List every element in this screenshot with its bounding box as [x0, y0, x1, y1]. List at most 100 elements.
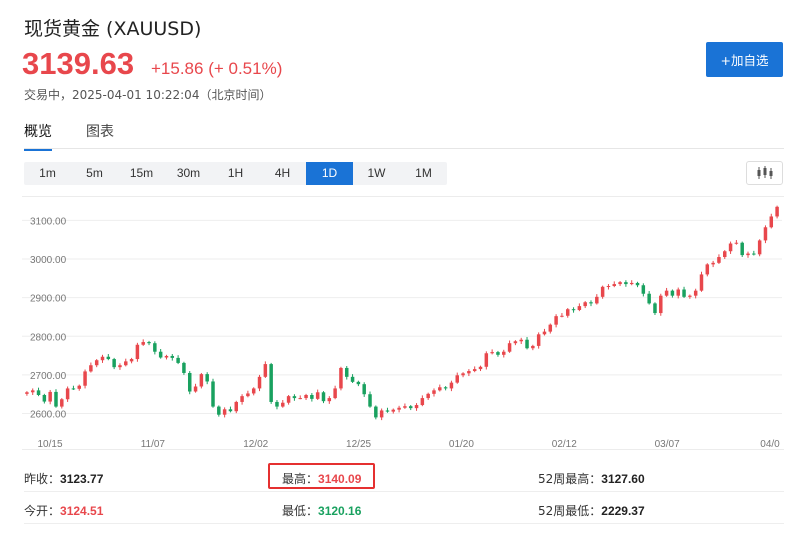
- candle-body: [531, 345, 535, 349]
- candle-body: [478, 366, 483, 370]
- candle-body: [507, 343, 512, 352]
- candle-body: [525, 339, 529, 349]
- candle-body: [269, 364, 273, 402]
- chart-type-button[interactable]: [746, 161, 783, 185]
- candle-body: [129, 359, 134, 362]
- candle-body: [94, 360, 99, 366]
- candle-body: [36, 390, 41, 395]
- candle-body: [414, 405, 419, 409]
- candle-body: [641, 285, 646, 294]
- candle-body: [629, 282, 634, 285]
- y-tick-label: 2900.00: [30, 294, 67, 305]
- period-1d[interactable]: 1D: [306, 162, 353, 185]
- candle-body: [723, 251, 727, 258]
- period-1m[interactable]: 1m: [24, 162, 71, 185]
- tab-chart[interactable]: 图表: [86, 121, 114, 151]
- candle-body: [83, 371, 87, 386]
- period-15m[interactable]: 15m: [118, 162, 165, 185]
- candle-body: [89, 365, 93, 372]
- period-1w[interactable]: 1W: [353, 162, 400, 185]
- y-tick-label: 2600.00: [30, 410, 67, 421]
- candle-body: [682, 289, 686, 297]
- candle-body: [728, 243, 733, 252]
- candle-body: [374, 406, 378, 418]
- period-30m[interactable]: 30m: [165, 162, 212, 185]
- period-4h[interactable]: 4H: [259, 162, 306, 185]
- candle-body: [752, 253, 756, 255]
- candle-body: [30, 390, 35, 393]
- candle-body: [263, 364, 268, 377]
- candle-body: [182, 362, 186, 373]
- y-tick-label: 3100.00: [30, 216, 67, 227]
- candle-body: [170, 355, 175, 358]
- candle-body: [275, 401, 279, 407]
- candle-body: [548, 324, 553, 332]
- candle-body: [565, 309, 570, 316]
- candle-body: [228, 409, 233, 412]
- candle-body: [699, 274, 704, 291]
- candle-body: [455, 375, 459, 383]
- stat-prev-close: 昨收：3123.77: [24, 472, 104, 486]
- candle-body: [135, 344, 140, 360]
- candle-body: [600, 286, 605, 297]
- candle-body: [717, 257, 721, 263]
- candle-body: [333, 388, 337, 399]
- add-watchlist-button[interactable]: +加自选: [706, 42, 783, 77]
- candle-body: [536, 334, 541, 346]
- stats-row: 今开：3124.51 最低：3120.16 52周最低：2229.37: [24, 492, 784, 524]
- candle-body: [403, 406, 407, 408]
- candle-body: [54, 391, 58, 407]
- candle-body: [490, 352, 494, 354]
- instrument-title: 现货黄金 (XAUUSD): [24, 18, 202, 40]
- candle-body: [141, 342, 145, 345]
- candle-body: [635, 282, 640, 286]
- current-price: 3139.63: [22, 46, 135, 81]
- x-tick-label: 10/15: [37, 439, 62, 450]
- x-tick-label: 12/25: [346, 439, 371, 450]
- candle-body: [443, 387, 448, 389]
- candle-body: [368, 394, 372, 407]
- candle-body: [688, 295, 692, 297]
- candle-body: [595, 296, 599, 304]
- candle-body: [583, 302, 587, 307]
- y-tick-label: 2700.00: [30, 371, 67, 382]
- candlestick-icon: [757, 166, 772, 179]
- candle-body: [571, 309, 576, 311]
- tab-overview[interactable]: 概览: [24, 121, 52, 151]
- candle-body: [624, 282, 628, 285]
- candle-body: [315, 392, 320, 399]
- stat-52w-low: 52周最低：2229.37: [538, 504, 645, 518]
- candle-body: [42, 394, 47, 402]
- candle-body: [711, 262, 715, 265]
- candle-body: [670, 290, 675, 296]
- period-1mo[interactable]: 1M: [400, 162, 447, 185]
- y-tick-label: 3000.00: [30, 255, 67, 266]
- candle-body: [775, 206, 779, 217]
- candle-body: [298, 398, 302, 400]
- period-1h[interactable]: 1H: [212, 162, 259, 185]
- candle-body: [153, 343, 157, 352]
- candle-body: [106, 356, 111, 360]
- period-5m[interactable]: 5m: [71, 162, 118, 185]
- candle-body: [397, 407, 401, 410]
- candle-body: [664, 290, 669, 296]
- x-tick-label: 04/0: [760, 439, 780, 450]
- candle-body: [199, 374, 204, 387]
- candle-body: [693, 290, 698, 296]
- candle-body: [158, 351, 163, 358]
- candle-body: [222, 409, 227, 415]
- candle-body: [461, 373, 465, 376]
- candle-body: [705, 264, 710, 275]
- price-chart[interactable]: 2600.00 2700.00 2800.00 2900.00 3000.00 3100.…: [22, 196, 784, 450]
- candle-body: [286, 396, 291, 403]
- candle-body: [560, 315, 564, 317]
- candle-body: [653, 303, 657, 314]
- candle-body: [193, 386, 198, 392]
- candle-body: [310, 394, 314, 399]
- candle-body: [385, 410, 390, 412]
- candle-body: [246, 393, 250, 397]
- candle-body: [77, 385, 81, 389]
- candle-body: [65, 388, 70, 400]
- x-tick-label: 12/02: [243, 439, 268, 450]
- candle-body: [234, 401, 239, 412]
